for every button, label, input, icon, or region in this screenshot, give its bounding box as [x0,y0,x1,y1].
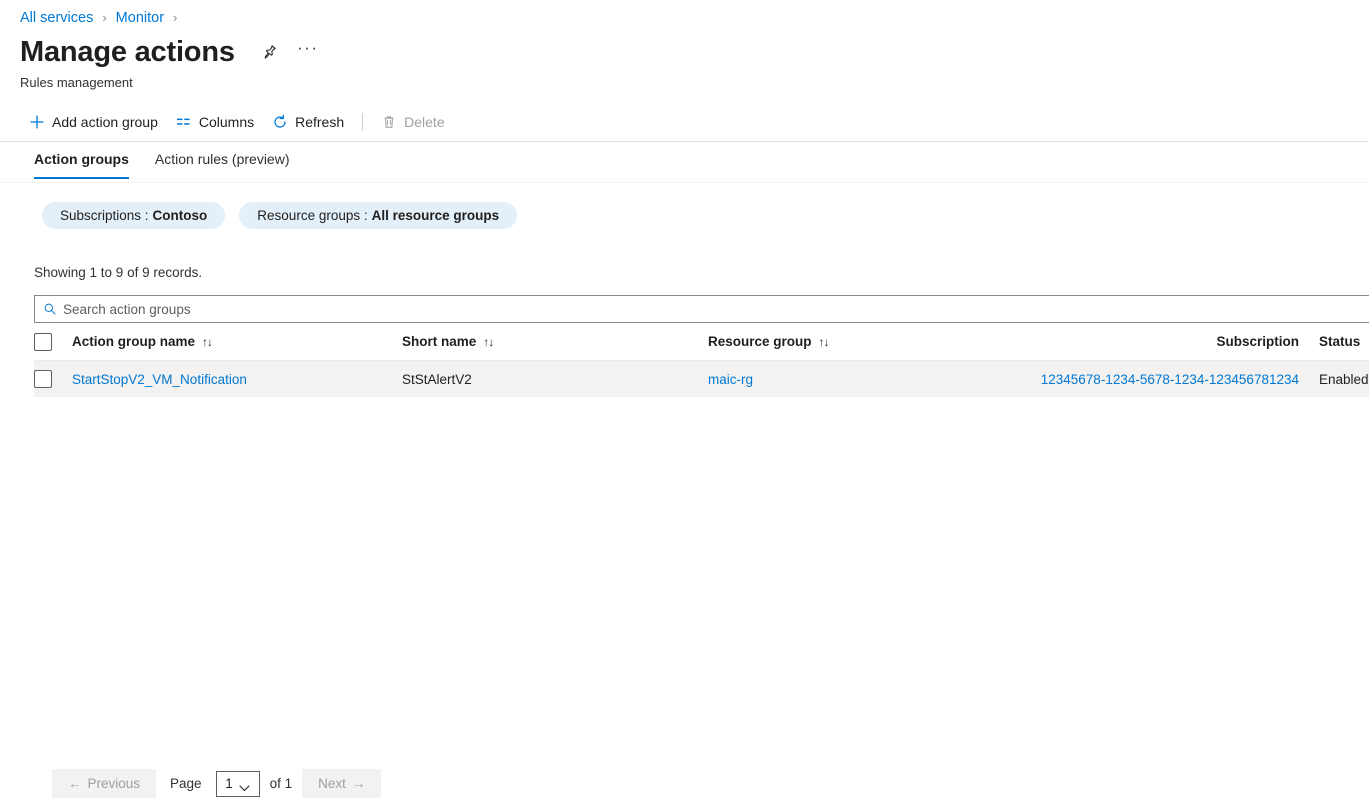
column-header-short-name[interactable]: Short name ↑↓ [402,334,708,349]
chevron-right-icon: › [102,8,106,28]
table-header-row: Action group name ↑↓ Short name ↑↓ Resou… [34,323,1369,361]
delete-label: Delete [404,114,444,130]
next-page-button[interactable]: Next → [302,769,381,798]
refresh-button[interactable]: Refresh [263,106,353,138]
arrow-left-icon: ← [68,776,82,791]
breadcrumb: All services › Monitor › [20,8,186,28]
column-header-resource-group-label: Resource group [708,334,812,349]
table-row[interactable]: StartStopV2_VM_Notification StStAlertV2 … [34,361,1369,397]
search-icon [43,302,57,316]
page-title: Manage actions [20,33,235,71]
cell-resource-group: maic-rg [708,372,1014,387]
chevron-down-icon [239,780,250,787]
cell-action-group-name: StartStopV2_VM_Notification [72,372,402,387]
command-bar: Add action group Columns Refresh [20,104,1369,140]
column-header-action-group-name[interactable]: Action group name ↑↓ [72,334,402,349]
subscription-link[interactable]: 12345678-1234-5678-1234-123456781234 [1041,372,1299,387]
page-label: Page [170,776,202,791]
column-header-resource-group[interactable]: Resource group ↑↓ [708,334,1014,349]
breadcrumb-item-all-services[interactable]: All services [20,8,93,28]
page-subtitle: Rules management [20,74,133,92]
add-action-group-label: Add action group [52,114,158,130]
column-header-subscription: Subscription [1014,334,1319,349]
pin-icon-svg [261,44,278,61]
refresh-label: Refresh [295,114,344,130]
tabs-bottom-rule [0,182,1369,183]
search-input[interactable] [63,302,1369,317]
page-header: Manage actions ··· [20,33,321,71]
column-header-short-name-label: Short name [402,334,476,349]
filter-resource-groups-value: All resource groups [372,208,500,223]
column-header-action-group-name-label: Action group name [72,334,195,349]
action-groups-table: Action group name ↑↓ Short name ↑↓ Resou… [34,323,1369,397]
filter-bar: Subscriptions : Contoso Resource groups … [42,202,517,229]
manage-actions-page: All services › Monitor › Manage actions … [0,0,1369,810]
tab-action-rules-preview[interactable]: Action rules (preview) [155,149,290,179]
page-total-label: of 1 [270,776,293,791]
filter-subscriptions[interactable]: Subscriptions : Contoso [42,202,225,229]
filter-resource-groups[interactable]: Resource groups : All resource groups [239,202,517,229]
delete-button[interactable]: Delete [372,106,453,138]
sort-icon: ↑↓ [202,335,212,349]
breadcrumb-item-monitor[interactable]: Monitor [116,8,164,28]
toolbar-divider [362,113,363,131]
select-all-cell [34,333,72,351]
plus-icon [29,114,45,130]
row-select-cell [34,370,72,388]
filter-resource-groups-label: Resource groups : [257,208,367,223]
column-header-status: Status [1319,334,1369,349]
refresh-icon [272,114,288,130]
add-action-group-button[interactable]: Add action group [20,106,167,138]
chevron-right-icon: › [173,8,177,28]
previous-page-label: Previous [88,776,141,791]
action-group-name-link[interactable]: StartStopV2_VM_Notification [72,372,247,387]
previous-page-button[interactable]: ← Previous [52,769,156,798]
select-all-checkbox[interactable] [34,333,52,351]
row-checkbox[interactable] [34,370,52,388]
next-page-label: Next [318,776,346,791]
pagination: ← Previous Page 1 of 1 Next → [52,769,381,798]
columns-button[interactable]: Columns [167,106,263,138]
resource-group-link[interactable]: maic-rg [708,372,753,387]
cell-subscription: 12345678-1234-5678-1234-123456781234 [1014,372,1319,387]
toolbar-bottom-rule [0,141,1369,142]
page-number-select[interactable]: 1 [216,771,260,797]
filter-subscriptions-value: Contoso [153,208,208,223]
records-summary: Showing 1 to 9 of 9 records. [34,265,202,280]
ellipsis-icon[interactable]: ··· [295,39,321,65]
tab-list: Action groups Action rules (preview) [34,149,290,179]
sort-icon: ↑↓ [483,335,493,349]
cell-short-name: StStAlertV2 [402,372,708,387]
filter-subscriptions-label: Subscriptions : [60,208,149,223]
columns-icon [176,114,192,130]
pin-icon[interactable] [257,39,283,65]
search-box[interactable] [34,295,1369,323]
cell-status: Enabled [1319,372,1369,387]
arrow-right-icon: → [352,776,366,791]
column-header-status-label: Status [1319,334,1360,349]
tab-action-groups[interactable]: Action groups [34,149,129,179]
column-header-subscription-label: Subscription [1216,334,1299,349]
columns-label: Columns [199,114,254,130]
trash-icon [381,114,397,130]
sort-icon: ↑↓ [819,335,829,349]
page-number-value: 1 [225,776,233,791]
